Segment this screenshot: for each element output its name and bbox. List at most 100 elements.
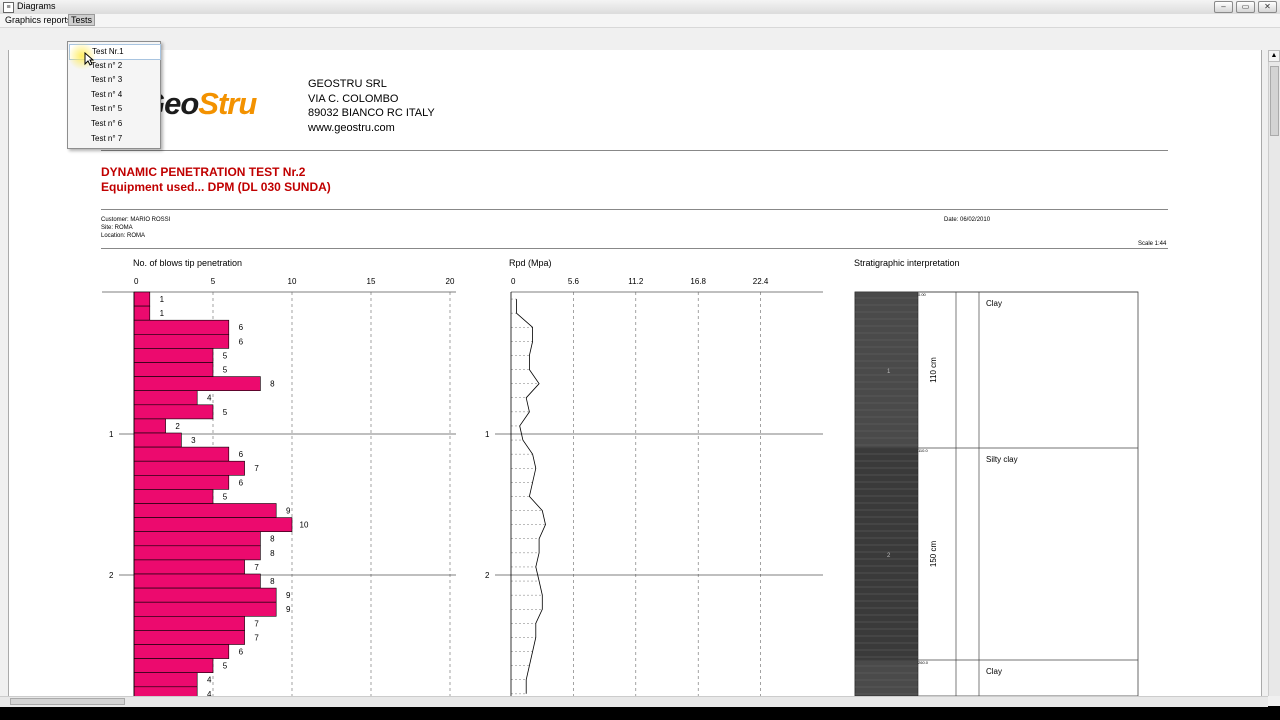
blows-bar [133, 644, 230, 659]
blows-bar [133, 630, 245, 645]
blows-data-label: 5 [223, 662, 228, 671]
blows-data-label: 5 [223, 351, 228, 360]
dropdown-item-label: Test Nr.1 [92, 47, 124, 56]
report-page: 0 5 10 15 20 1 2 1 1 6 6 5 5 8 4 5 2 3 6 7 6 5 9 10 8 8 7 8 9 9 7 7 6 5 4 4… [8, 50, 1262, 696]
blows-data-label: 6 [239, 648, 244, 657]
blows-bar [133, 489, 214, 504]
blows-header: No. of blows tip penetration [133, 258, 243, 268]
blows-x-tick-label: 10 [288, 277, 297, 286]
blows-data-label: 5 [223, 366, 228, 375]
blows-data-label: 8 [270, 549, 275, 558]
strat-layer-top-depth: 110.0 [918, 448, 928, 453]
blows-data-label: 6 [239, 450, 244, 459]
blows-data-label: 7 [254, 633, 259, 642]
strat-layer-description: Clay [986, 299, 1002, 308]
dropdown-item-label: Test n° 3 [91, 75, 123, 85]
blows-x-tick-label: 20 [446, 277, 455, 286]
blows-bar [133, 404, 214, 420]
blows-bar [133, 333, 230, 349]
rpd-x-tick-label: 11.2 [628, 277, 644, 286]
blows-bar [133, 517, 293, 532]
close-button[interactable]: ✕ [1258, 1, 1277, 13]
blows-bar [133, 672, 198, 688]
rpd-header: Rpd (Mpa) [509, 258, 552, 268]
date-label: Date: 06/02/2010 [944, 217, 991, 223]
blows-data-label: 9 [286, 591, 291, 600]
vertical-scrollbar[interactable] [1268, 50, 1280, 696]
window-titlebar: ≡ Diagrams – ▭ ✕ [0, 0, 1280, 15]
dropdown-item-test-5[interactable]: Test n° 5 [69, 102, 159, 116]
blows-data-label: 5 [223, 492, 228, 501]
blows-bar [133, 615, 245, 631]
blows-bar [133, 686, 198, 696]
blows-bar [133, 503, 277, 518]
blows-bar [133, 559, 245, 575]
menu-graphics-reports[interactable]: Graphics reports [3, 15, 74, 25]
blows-bar [133, 376, 261, 392]
blows-data-label: 8 [270, 577, 275, 586]
horizontal-scrollbar[interactable] [0, 696, 1268, 707]
rpd-x-tick-label: 22.4 [753, 277, 769, 286]
menubar: Graphics reports Tests [0, 14, 1280, 28]
window-title: Diagrams [17, 1, 56, 11]
blows-bar [133, 305, 151, 321]
strat-layer-description: Clay [986, 667, 1002, 676]
blows-data-label: 10 [300, 521, 309, 530]
blows-data-label: 7 [254, 563, 259, 572]
rpd-x-tick-label: 16.8 [690, 277, 706, 286]
blows-depth-tick-label: 1 [109, 430, 114, 439]
blows-x-tick-label: 0 [134, 277, 139, 286]
customer-label: Customer: MARIO ROSSI [101, 217, 171, 223]
dropdown-item-test-6[interactable]: Test n° 6 [69, 117, 159, 131]
blows-data-label: 9 [286, 507, 291, 516]
blows-bar [133, 319, 230, 335]
blows-bar [133, 446, 230, 462]
blows-bar [133, 601, 277, 617]
equipment-line: Equipment used... DPM (DL 030 SUNDA) [101, 180, 331, 194]
company-web: www.geostru.com [308, 122, 395, 134]
company-name: GEOSTRU SRL [308, 78, 387, 90]
blows-data-label: 6 [239, 337, 244, 346]
blows-data-label: 7 [254, 619, 259, 628]
blows-depth-tick-label: 2 [109, 571, 114, 580]
title-divider [101, 209, 1168, 210]
header-divider [101, 150, 1168, 151]
rpd-depth-tick-label: 1 [485, 430, 490, 439]
rpd-chart: 0 5.6 11.2 16.8 22.4 1 2 [485, 277, 823, 696]
dropdown-item-test-7[interactable]: Test n° 7 [69, 132, 159, 146]
blows-bar [133, 418, 166, 434]
horizontal-scroll-thumb[interactable] [10, 698, 125, 705]
strat-layer-top-depth: 260.0 [918, 660, 929, 665]
rpd-depth-tick-label: 2 [485, 571, 490, 580]
menu-tests[interactable]: Tests [68, 14, 96, 26]
report-canvas: 0 5 10 15 2012116655845236765910887899776544… [102, 277, 1139, 696]
strat-layer-thickness: 110 cm [929, 357, 938, 383]
strat-chart: Clay0.001 110 cmSilty clay110.02 150 cmCla… [854, 291, 1139, 696]
blows-x-tick-label: 5 [211, 277, 216, 286]
blows-bar [133, 573, 261, 589]
blows-data-label: 1 [160, 309, 165, 318]
mouse-pointer-icon [84, 52, 94, 66]
blows-data-label: 6 [239, 323, 244, 332]
blows-bar [133, 531, 261, 547]
vertical-scroll-thumb[interactable] [1270, 66, 1279, 136]
blows-x-tick-label: 15 [367, 277, 376, 286]
dropdown-item-test-3[interactable]: Test n° 3 [69, 73, 159, 87]
dropdown-item-label: Test n° 4 [91, 89, 123, 99]
blows-bar [133, 545, 261, 561]
strat-layer-description: Silty clay [986, 455, 1018, 464]
app-icon: ≡ [3, 2, 14, 13]
scroll-up-button[interactable]: ▲ [1268, 50, 1280, 62]
dropdown-item-label: Test n° 6 [91, 119, 123, 128]
dropdown-item-test-4[interactable]: Test n° 4 [69, 88, 159, 102]
blows-data-label: 9 [286, 605, 291, 614]
location-label: Location: ROMA [101, 233, 146, 239]
blows-bar [133, 348, 214, 363]
blows-bar [133, 658, 214, 673]
blows-data-label: 2 [175, 422, 180, 431]
minimize-button[interactable]: – [1214, 1, 1233, 13]
strat-layer-thickness: 150 cm [929, 541, 938, 568]
maximize-button[interactable]: ▭ [1236, 1, 1255, 13]
company-city: 89032 BIANCO RC ITALY [308, 107, 435, 119]
blows-bar [133, 460, 245, 476]
